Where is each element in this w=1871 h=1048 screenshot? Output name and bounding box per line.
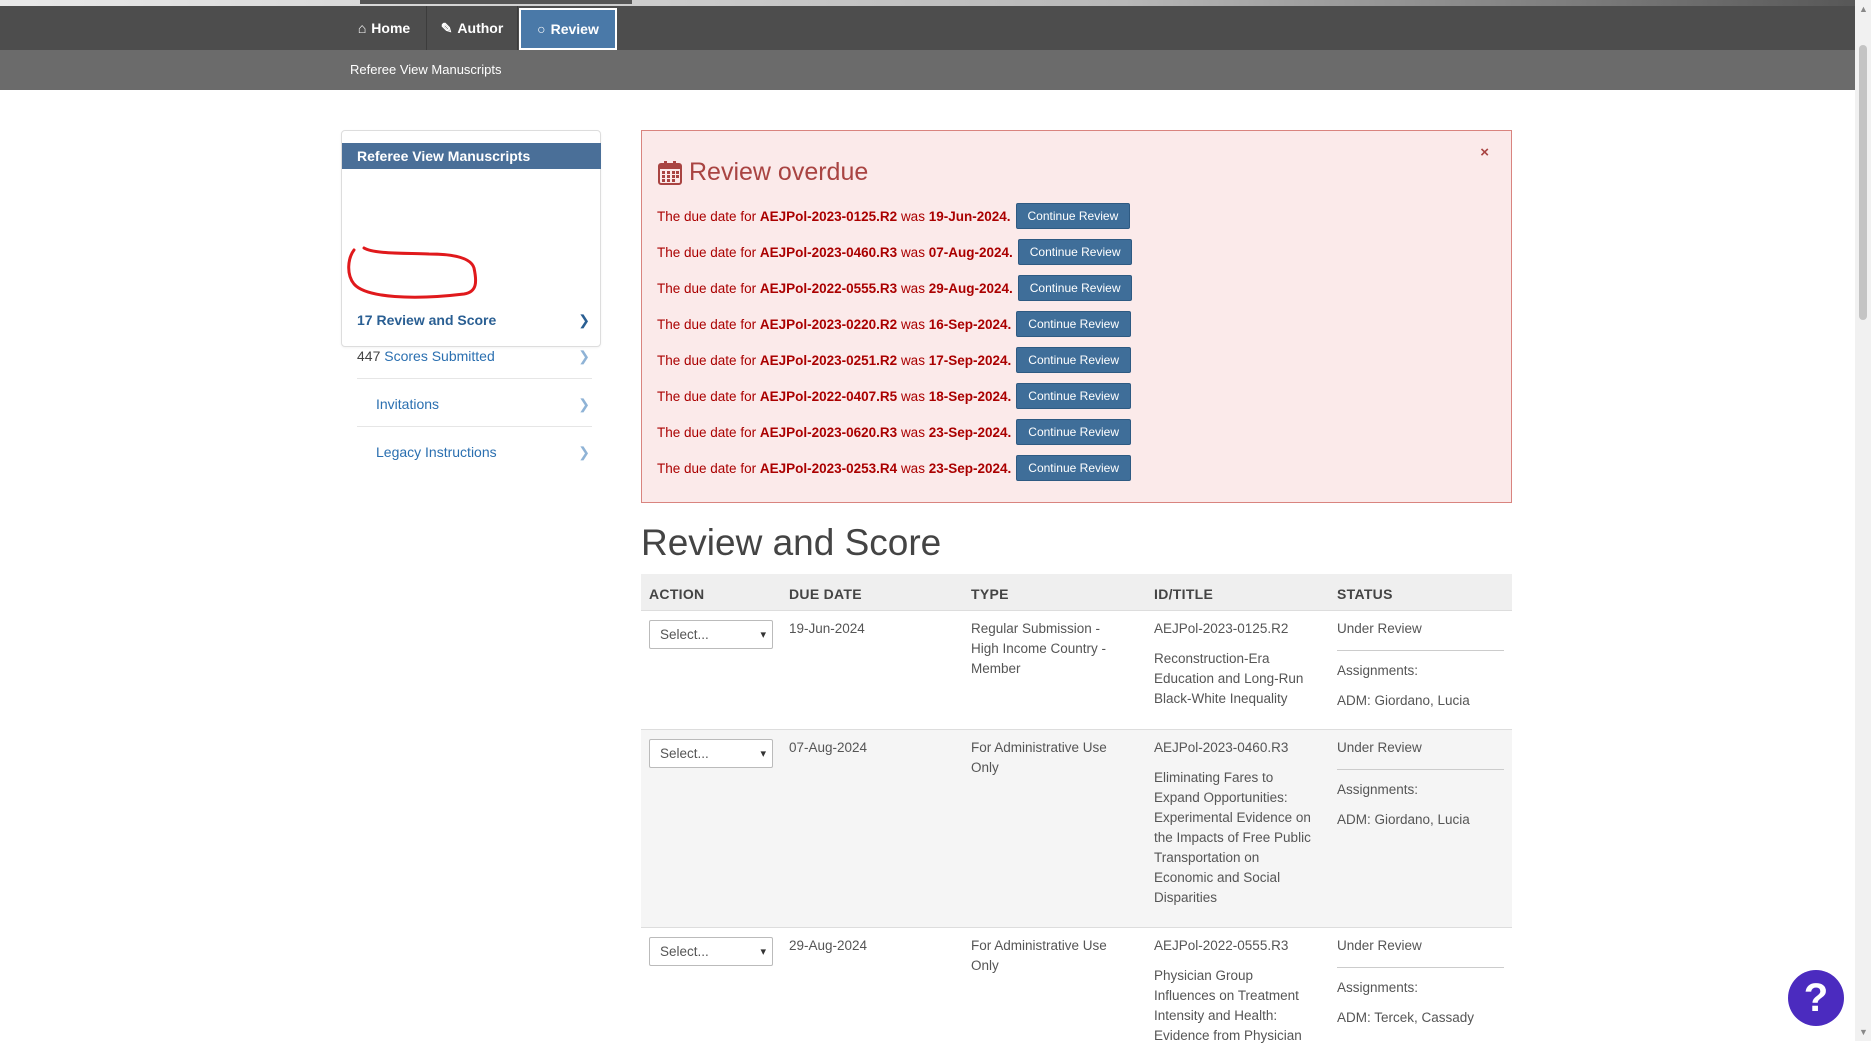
continue-review-button[interactable]: Continue Review bbox=[1016, 419, 1131, 445]
tab-author[interactable]: ✎ Author bbox=[427, 6, 518, 50]
overdue-row: The due date for AEJPol-2022-0555.R3 was… bbox=[657, 275, 1133, 301]
close-icon[interactable]: × bbox=[1480, 144, 1489, 161]
sidebar-item-label: Review and Score bbox=[376, 312, 497, 328]
overdue-row: The due date for AEJPol-2022-0407.R5 was… bbox=[657, 383, 1131, 409]
sidebar-item-count: 447 bbox=[357, 348, 381, 364]
overdue-row: The due date for AEJPol-2023-0125.R2 was… bbox=[657, 203, 1131, 229]
chevron-down-icon: ▾ bbox=[760, 748, 766, 760]
continue-review-button[interactable]: Continue Review bbox=[1016, 311, 1131, 337]
id-title-cell: AEJPol-2023-0125.R2 Reconstruction-Era Ed… bbox=[1154, 619, 1303, 709]
due-date: 29-Aug-2024 bbox=[789, 938, 868, 953]
column-header: STATUS bbox=[1337, 586, 1393, 602]
assignment-text: ADM: Tercek, Cassady bbox=[1337, 1010, 1475, 1025]
tab-home[interactable]: ⌂ Home bbox=[342, 6, 427, 50]
action-select[interactable]: Select... ▾ bbox=[649, 739, 773, 768]
due-date: 19-Jun-2024 bbox=[789, 621, 865, 636]
action-select[interactable]: Select... ▾ bbox=[649, 620, 773, 649]
continue-review-button[interactable]: Continue Review bbox=[1016, 347, 1131, 373]
home-icon: ⌂ bbox=[357, 20, 367, 36]
column-header: TYPE bbox=[971, 586, 1009, 602]
status-cell: Under Review Assignments: ADM: Tercek, C… bbox=[1337, 936, 1504, 1028]
chevron-right-icon: ❯ bbox=[578, 311, 590, 328]
review-overdue-alert: × Review overdue The due date for AEJPol… bbox=[641, 130, 1512, 503]
calendar-icon bbox=[658, 160, 682, 185]
continue-review-button[interactable]: Continue Review bbox=[1017, 275, 1133, 301]
manuscript-title[interactable]: Physician Group Influences on Treatment In… bbox=[1154, 966, 1302, 1046]
column-header: ID/TITLE bbox=[1154, 586, 1214, 602]
table-header: ACTION DUE DATE TYPE ID/TITLE STATUS bbox=[641, 574, 1512, 611]
manuscript-title[interactable]: Reconstruction-Era Education and Long-Run… bbox=[1154, 649, 1303, 709]
action-select[interactable]: Select... ▾ bbox=[649, 937, 773, 966]
section-title: Review and Score bbox=[641, 522, 942, 563]
sidebar-item-invitations[interactable]: Invitations ❯ bbox=[357, 386, 592, 422]
id-title-cell: AEJPol-2023-0460.R3 Eliminating Fares to… bbox=[1154, 738, 1311, 908]
help-button[interactable]: ? bbox=[1788, 970, 1844, 1026]
overdue-row: The due date for AEJPol-2023-0251.R2 was… bbox=[657, 347, 1131, 373]
type-cell: For Administrative Use Only bbox=[971, 740, 1107, 775]
column-header: DUE DATE bbox=[789, 586, 862, 602]
type-cell: Regular Submission - High Income Country … bbox=[971, 621, 1107, 676]
subnav-link-referee-view[interactable]: Referee View Manuscripts bbox=[350, 62, 502, 77]
comment-icon: ○ bbox=[537, 21, 546, 37]
chevron-down-icon: ▾ bbox=[760, 629, 766, 641]
sidebar-item-label: Invitations bbox=[376, 396, 440, 412]
type-cell: For Administrative Use Only bbox=[971, 938, 1107, 973]
chevron-right-icon: ❯ bbox=[578, 395, 590, 412]
tab-review[interactable]: ○ Review bbox=[519, 8, 617, 50]
assignment-text: ADM: Giordano, Lucia bbox=[1337, 693, 1470, 708]
status-text: Under Review bbox=[1337, 740, 1422, 755]
scroll-down-icon[interactable]: ▼ bbox=[1859, 1027, 1868, 1037]
sidebar-item-label: Scores Submitted bbox=[384, 348, 495, 364]
sidebar-item-label: Legacy Instructions bbox=[376, 444, 497, 460]
chevron-down-icon: ▾ bbox=[760, 946, 766, 958]
main-navbar: ⌂ Home ✎ Author ○ Review bbox=[0, 6, 1855, 50]
overdue-row: The due date for AEJPol-2023-0620.R3 was… bbox=[657, 419, 1131, 445]
continue-review-button[interactable]: Continue Review bbox=[1017, 239, 1133, 265]
page-scrollbar[interactable]: ▲ ▼ bbox=[1855, 0, 1871, 1041]
assignment-text: ADM: Giordano, Lucia bbox=[1337, 812, 1470, 827]
status-text: Under Review bbox=[1337, 938, 1422, 953]
pencil-icon: ✎ bbox=[440, 19, 453, 36]
manuscript-id: AEJPol-2023-0460.R3 bbox=[1154, 740, 1289, 755]
sub-navbar: Referee View Manuscripts bbox=[0, 50, 1855, 90]
continue-review-button[interactable]: Continue Review bbox=[1016, 383, 1131, 409]
continue-review-button[interactable]: Continue Review bbox=[1015, 203, 1131, 229]
column-header: ACTION bbox=[649, 586, 705, 602]
overdue-row: The due date for AEJPol-2023-0220.R2 was… bbox=[657, 311, 1131, 337]
table-row: Select... ▾ 07-Aug-2024 For Administrativ… bbox=[641, 730, 1512, 928]
sidebar-item-count: 17 bbox=[357, 312, 373, 328]
table-row: Select... ▾ 19-Jun-2024 Regular Submissio… bbox=[641, 611, 1512, 730]
status-cell: Under Review Assignments: ADM: Giordano,… bbox=[1337, 738, 1504, 830]
overdue-row: The due date for AEJPol-2023-0253.R4 was… bbox=[657, 455, 1131, 481]
manuscript-title[interactable]: Eliminating Fares to Expand Opportunities… bbox=[1154, 768, 1311, 908]
chevron-right-icon: ❯ bbox=[578, 443, 590, 460]
sidebar-item-review-and-score[interactable]: 17 Review and Score ❯ bbox=[357, 302, 592, 338]
alert-title: Review overdue bbox=[657, 158, 868, 187]
sidebar-item-scores-submitted[interactable]: 447 Scores Submitted ❯ bbox=[357, 338, 592, 374]
due-date: 07-Aug-2024 bbox=[789, 740, 868, 755]
scrollbar-thumb[interactable] bbox=[1859, 45, 1867, 320]
scroll-up-icon[interactable]: ▲ bbox=[1859, 4, 1868, 14]
manuscript-id: AEJPol-2022-0555.R3 bbox=[1154, 938, 1289, 953]
table-row: Select... ▾ 29-Aug-2024 For Administrativ… bbox=[641, 928, 1512, 1048]
sidebar-panel: Referee View Manuscripts 17 Review and S… bbox=[341, 130, 601, 460]
continue-review-button[interactable]: Continue Review bbox=[1016, 455, 1131, 481]
overdue-row: The due date for AEJPol-2023-0460.R3 was… bbox=[657, 239, 1133, 265]
id-title-cell: AEJPol-2022-0555.R3 Physician Group Influ… bbox=[1154, 936, 1302, 1046]
chevron-right-icon: ❯ bbox=[578, 347, 590, 364]
sidebar-item-legacy-instructions[interactable]: Legacy Instructions ❯ bbox=[357, 434, 592, 470]
status-cell: Under Review Assignments: ADM: Giordano,… bbox=[1337, 619, 1504, 711]
manuscript-id: AEJPol-2023-0125.R2 bbox=[1154, 621, 1289, 636]
status-text: Under Review bbox=[1337, 621, 1422, 636]
sidebar-title: Referee View Manuscripts bbox=[342, 143, 601, 169]
